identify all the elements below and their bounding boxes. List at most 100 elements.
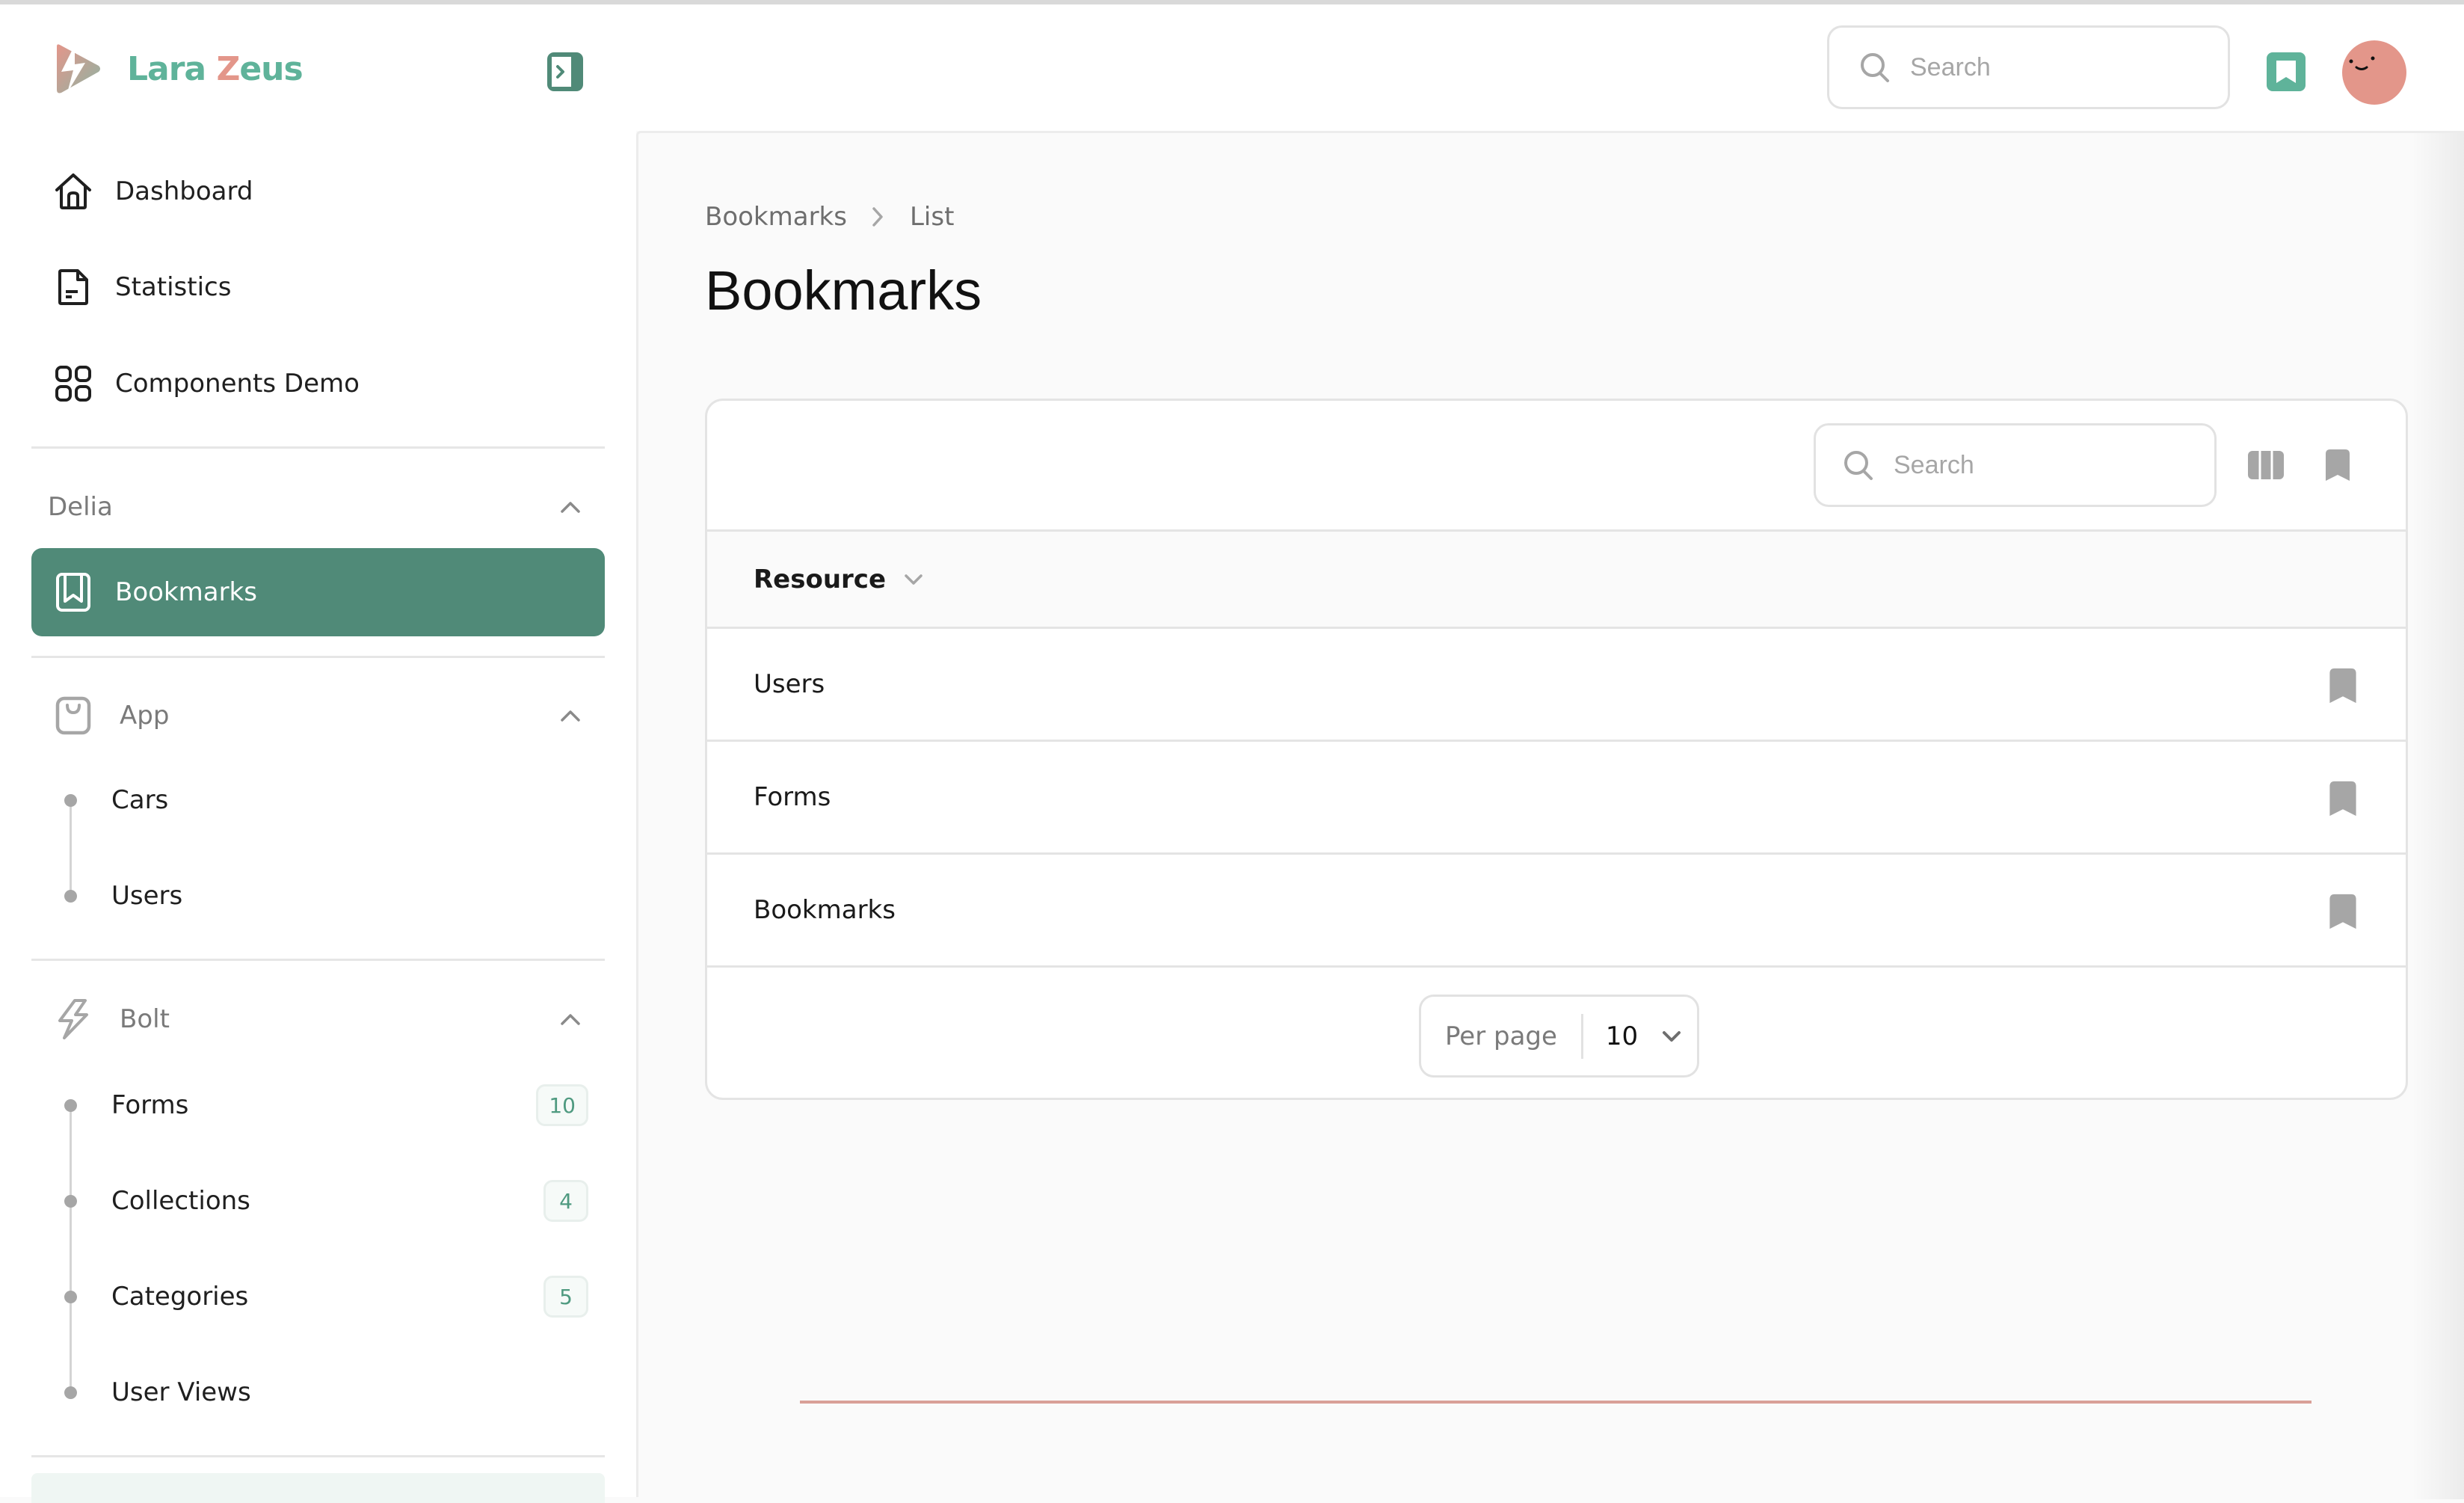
sidebar-footer-panel [31,1473,605,1503]
smiley-face-icon [2349,56,2375,70]
sidebar-item-categories[interactable]: Categories 5 [31,1262,605,1331]
sidebar-item-label: Dashboard [115,176,253,206]
bullet-dot [64,890,77,903]
sidebar-item-users[interactable]: Users [31,861,605,930]
table-row[interactable]: Users [707,629,2406,742]
sidebar-divider [31,1455,605,1457]
sidebar-group-label: App [120,701,170,731]
chevron-down-icon[interactable] [902,568,925,591]
table-row[interactable]: Bookmarks [707,855,2406,968]
bookmark-icon [2276,61,2296,83]
cell-resource: Bookmarks [754,895,896,925]
cell-resource: Users [754,669,825,699]
sidebar-group-bolt[interactable]: Bolt [31,989,605,1049]
bookmark-filter-button[interactable] [2318,446,2357,485]
document-icon [54,268,93,307]
brand-name-first: Lara [127,49,217,88]
per-page-label: Per page [1445,1021,1557,1051]
scroll-shadow [2412,133,2464,1499]
sidebar-item-label: User Views [111,1377,251,1407]
brand-logo[interactable]: Lara Zeus [52,43,304,94]
bookmarks-table: Resource Users Forms Bookmarks Per page … [705,399,2408,1100]
chevron-up-icon [561,502,580,513]
sub-nav-rail [70,1105,72,1392]
table-search-input[interactable] [1894,450,2178,480]
global-search[interactable] [1827,25,2230,109]
sidebar-item-cars[interactable]: Cars [31,766,605,835]
sidebar-divider [31,446,605,449]
bullet-dot [64,1386,77,1399]
sidebar-item-label: Statistics [115,272,232,302]
global-search-input[interactable] [1910,52,2194,82]
count-badge: 4 [543,1180,588,1222]
chevron-right-icon [872,207,883,227]
chevron-down-icon[interactable] [1659,1024,1684,1049]
sidebar-item-dashboard[interactable]: Dashboard [31,157,605,226]
bookmark-icon [54,573,93,612]
count-badge: 10 [536,1084,588,1126]
user-avatar[interactable] [2342,40,2406,105]
footer-divider [800,1401,2311,1404]
bullet-dot [64,794,77,807]
bookmark-icon[interactable] [2326,892,2359,931]
bullet-dot [64,1099,77,1112]
breadcrumb-current: List [909,202,955,232]
breadcrumb: Bookmarks List [705,202,954,232]
sidebar-divider [31,656,605,658]
sidebar-item-forms[interactable]: Forms 10 [31,1071,605,1140]
bookmark-icon[interactable] [2326,779,2359,818]
sidebar-group-delia[interactable]: Delia [31,477,605,537]
home-icon [54,172,93,211]
sidebar-group-label: Delia [48,492,113,522]
sidebar-item-bookmarks[interactable]: Bookmarks [31,548,605,636]
sidebar-item-user-views[interactable]: User Views [31,1358,605,1427]
sidebar-item-components-demo[interactable]: Components Demo [31,349,605,418]
per-page-value[interactable]: 10 [1606,1021,1638,1051]
bookmarks-button[interactable] [2267,52,2306,91]
chevron-up-icon [561,1014,580,1025]
page-title: Bookmarks [705,259,982,322]
table-toolbar [707,401,2406,532]
toggle-columns-button[interactable] [2246,446,2285,485]
sidebar-item-label: Bookmarks [115,577,257,607]
divider [1580,1013,1583,1059]
bookmark-icon[interactable] [2326,666,2359,705]
main-content: Bookmarks List Bookmarks Search Resource… [636,131,2464,1499]
cell-resource: Forms [754,782,831,812]
sidebar: Dashboard Statistics Components Demo Del… [0,131,636,1503]
grid-icon [54,364,93,403]
sidebar-item-statistics[interactable]: Statistics [31,253,605,322]
topbar: Lara Zeus [0,4,2464,131]
logo-bolt-icon [57,44,100,93]
bullet-dot [64,1195,77,1208]
sidebar-item-label: Cars [111,785,169,815]
table-header-row: Resource [707,532,2406,629]
brand-name-rest: eus [239,49,303,88]
per-page-select[interactable]: Per page 10 [1419,995,1699,1078]
chevron-up-icon [561,710,580,722]
bookmark-icon [2326,449,2350,481]
columns-icon [2248,451,2284,479]
breadcrumb-link-bookmarks[interactable]: Bookmarks [705,202,847,232]
sidebar-divider [31,959,605,961]
shopping-bag-icon [54,696,93,735]
table-row[interactable]: Forms [707,742,2406,855]
table-search[interactable] [1814,423,2217,507]
sidebar-item-label: Components Demo [115,369,360,399]
sidebar-item-label: Collections [111,1186,250,1216]
sidebar-item-label: Categories [111,1282,249,1312]
search-icon [1861,53,1889,82]
table-pagination: Per page 10 [707,970,2406,1098]
sidebar-item-collections[interactable]: Collections 4 [31,1167,605,1235]
brand-name: Lara Zeus [127,49,304,88]
bullet-dot [64,1291,77,1303]
sidebar-expand-icon [547,52,583,91]
column-header-resource[interactable]: Resource [754,565,886,594]
sidebar-group-label: Bolt [120,1004,170,1034]
sidebar-toggle-button[interactable] [547,52,583,91]
sidebar-group-app[interactable]: App [31,686,605,746]
brand-name-z: Z [216,49,240,88]
sidebar-item-label: Users [111,881,183,911]
sidebar-item-label: Forms [111,1090,189,1120]
count-badge: 5 [543,1276,588,1318]
